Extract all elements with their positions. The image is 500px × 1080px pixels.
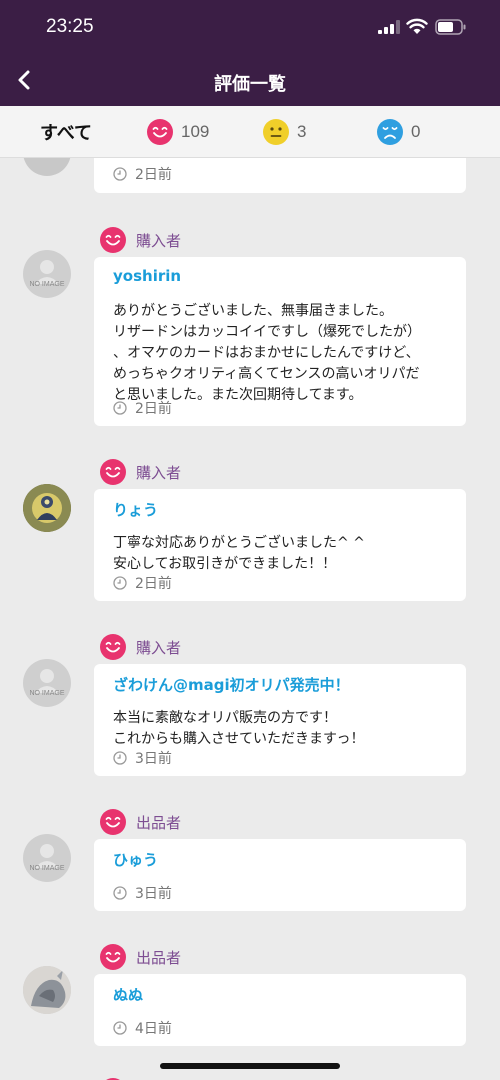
- review-card: ぬぬ 4日前: [94, 974, 466, 1046]
- review-role: 購入者: [100, 634, 181, 660]
- filter-good[interactable]: 109: [147, 106, 209, 158]
- review-time: 2日前: [113, 573, 172, 593]
- status-time: 23:25: [46, 16, 94, 37]
- review-role-label: 出品者: [136, 813, 182, 832]
- review-card: yoshirin ありがとうございました、無事届きました。 リザードンはカッコイ…: [94, 257, 466, 426]
- filter-all[interactable]: すべて: [40, 106, 92, 158]
- no-image-label: NO IMAGE: [29, 281, 65, 288]
- review-role-label: 購入者: [136, 638, 182, 657]
- avatar[interactable]: NO IMAGE: [23, 834, 71, 882]
- person-placeholder-icon: [35, 260, 59, 284]
- avatar[interactable]: [23, 966, 71, 1014]
- neutral-count: 3: [297, 122, 307, 141]
- clock-icon: [113, 886, 127, 900]
- reviewer-name[interactable]: ひゅう: [113, 849, 447, 873]
- reviewer-name[interactable]: yoshirin: [113, 267, 447, 291]
- good-face-icon: [100, 634, 126, 660]
- good-face-icon: [100, 944, 126, 970]
- reviewer-name[interactable]: りょう: [113, 499, 447, 523]
- battery-icon: [435, 19, 466, 35]
- page-title: 評価一覧: [214, 74, 286, 95]
- good-face-icon: [100, 809, 126, 835]
- filter-bad[interactable]: 0: [377, 106, 420, 158]
- review-comment: 丁寧な対応ありがとうございました^ ^ 安心してお取引きができました！！: [113, 535, 365, 572]
- good-face-icon: [147, 119, 173, 145]
- review-time: 4日前: [113, 1018, 172, 1038]
- person-placeholder-icon: [35, 844, 59, 868]
- bad-face-icon: [377, 119, 403, 145]
- review-role: 出品者: [100, 809, 181, 835]
- reviewer-name[interactable]: ぬぬ: [113, 984, 447, 1008]
- review-role: 出品者: [100, 944, 181, 970]
- review-time-text: 3日前: [135, 751, 172, 767]
- review-time: 3日前: [113, 883, 172, 903]
- review-role-label: 購入者: [136, 463, 182, 482]
- review-time-text: 3日前: [135, 886, 172, 902]
- clock-icon: [113, 751, 127, 765]
- avatar[interactable]: [23, 158, 71, 176]
- no-image-label: NO IMAGE: [29, 690, 65, 697]
- wifi-icon: [406, 18, 428, 34]
- review-role-label: 出品者: [136, 948, 182, 967]
- clock-icon: [113, 1021, 127, 1035]
- review-comment: ありがとうございました、無事届きました。 リザードンはカッコイイですし（爆死でし…: [113, 303, 421, 403]
- nav-bar: 評価一覧: [0, 57, 500, 106]
- user-photo-icon: [23, 966, 71, 1014]
- good-face-icon: [100, 227, 126, 253]
- review-comment: 本当に素敵なオリパ販売の方です！ これからも購入させていただきますっ！: [113, 710, 365, 747]
- review-card: ざわけん@magi初オリパ発売中！ 本当に素敵なオリパ販売の方です！ これからも…: [94, 664, 466, 776]
- avatar[interactable]: [23, 484, 71, 532]
- good-count: 109: [181, 122, 210, 141]
- review-card: ひゅう 3日前: [94, 839, 466, 911]
- avatar[interactable]: NO IMAGE: [23, 659, 71, 707]
- review-time-text: 2日前: [135, 401, 172, 417]
- rating-filter-bar: すべて 109 3 0: [0, 106, 500, 158]
- status-bar: 23:25: [0, 0, 500, 57]
- review-role: 購入者: [100, 227, 181, 253]
- no-image-label: NO IMAGE: [29, 865, 65, 872]
- review-time: 2日前: [113, 398, 172, 418]
- filter-neutral[interactable]: 3: [263, 106, 306, 158]
- clock-icon: [113, 576, 127, 590]
- review-feed[interactable]: 2日前 購入者 NO IMAGE yoshirin ありがとうございました、無事…: [0, 158, 500, 1080]
- user-photo-icon: [23, 484, 71, 532]
- review-time: 2日前: [113, 164, 172, 184]
- review-time: 3日前: [113, 748, 172, 768]
- clock-icon: [113, 167, 127, 181]
- clock-icon: [113, 401, 127, 415]
- review-time-text: 4日前: [135, 1021, 172, 1037]
- review-card: りょう 丁寧な対応ありがとうございました^ ^ 安心してお取引きができました！！…: [94, 489, 466, 601]
- person-placeholder-icon: [35, 669, 59, 693]
- review-card: 2日前: [94, 158, 466, 193]
- review-time-text: 2日前: [135, 167, 172, 183]
- review-time-text: 2日前: [135, 576, 172, 592]
- cellular-signal-icon: [378, 20, 400, 34]
- avatar[interactable]: NO IMAGE: [23, 250, 71, 298]
- review-role: 購入者: [100, 459, 181, 485]
- home-indicator: [160, 1063, 340, 1069]
- reviewer-name[interactable]: ざわけん@magi初オリパ発売中！: [113, 674, 447, 698]
- neutral-face-icon: [263, 119, 289, 145]
- bad-count: 0: [411, 122, 421, 141]
- review-role-label: 購入者: [136, 231, 182, 250]
- filter-all-label: すべて: [40, 123, 93, 144]
- good-face-icon: [100, 459, 126, 485]
